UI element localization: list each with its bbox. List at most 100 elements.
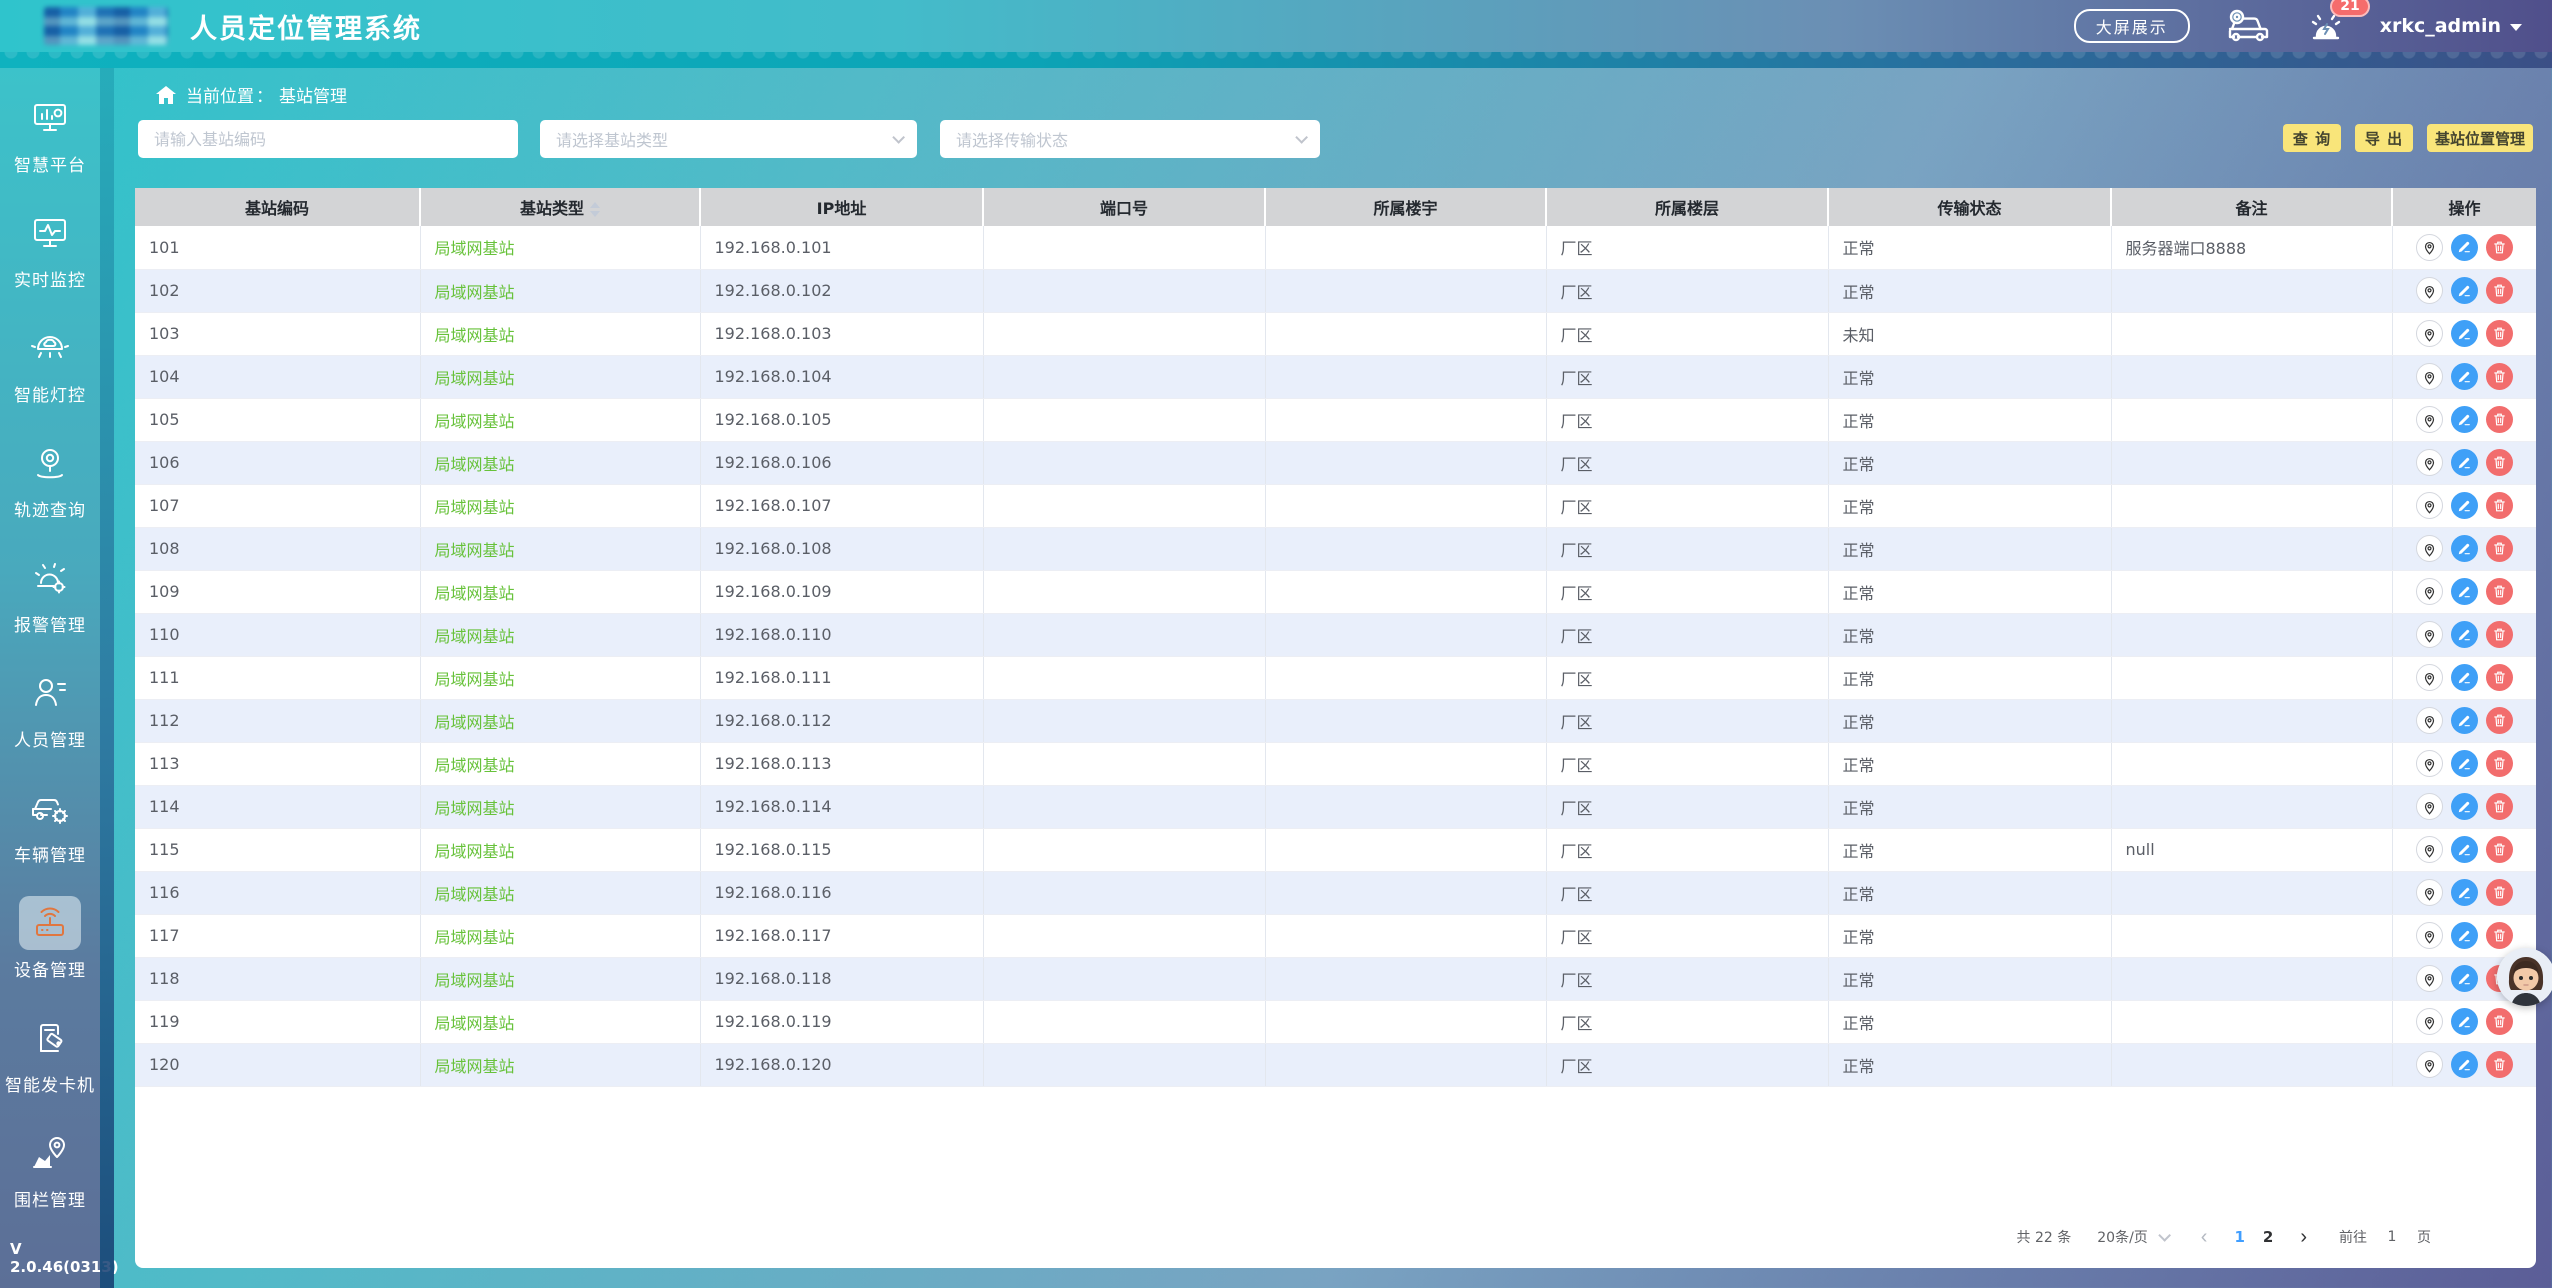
sort-carets-icon[interactable] — [590, 202, 600, 217]
locate-button[interactable] — [2416, 492, 2443, 519]
locate-button[interactable] — [2416, 879, 2443, 906]
delete-button[interactable] — [2486, 1051, 2513, 1078]
sidebar-item-报警管理[interactable]: 报警管理 — [0, 536, 100, 651]
query-button[interactable]: 查 询 — [2283, 124, 2341, 152]
delete-button[interactable] — [2486, 922, 2513, 949]
big-screen-button[interactable]: 大屏展示 — [2074, 9, 2190, 43]
locate-button[interactable] — [2416, 320, 2443, 347]
cell-type[interactable]: 局域网基站 — [420, 871, 700, 914]
prev-page-button[interactable]: ‹ — [2191, 1226, 2218, 1249]
edit-button[interactable] — [2451, 1051, 2478, 1078]
cell-type[interactable]: 局域网基站 — [420, 269, 700, 312]
edit-button[interactable] — [2451, 750, 2478, 777]
cell-type[interactable]: 局域网基站 — [420, 785, 700, 828]
cell-type[interactable]: 局域网基站 — [420, 656, 700, 699]
cell-type[interactable]: 局域网基站 — [420, 1000, 700, 1043]
delete-button[interactable] — [2486, 406, 2513, 433]
sidebar-item-智能灯控[interactable]: 智能灯控 — [0, 306, 100, 421]
edit-button[interactable] — [2451, 449, 2478, 476]
page-button-1[interactable]: 1 — [2225, 1228, 2253, 1246]
edit-button[interactable] — [2451, 621, 2478, 648]
edit-button[interactable] — [2451, 879, 2478, 906]
edit-button[interactable] — [2451, 363, 2478, 390]
cell-type[interactable]: 局域网基站 — [420, 957, 700, 1000]
locate-button[interactable] — [2416, 363, 2443, 390]
delete-button[interactable] — [2486, 707, 2513, 734]
alarm-siren-icon[interactable]: 21 — [2306, 8, 2346, 44]
edit-button[interactable] — [2451, 535, 2478, 562]
vehicle-icon[interactable] — [2226, 9, 2270, 43]
locate-button[interactable] — [2416, 621, 2443, 648]
edit-button[interactable] — [2451, 836, 2478, 863]
delete-button[interactable] — [2486, 363, 2513, 390]
sidebar-item-围栏管理[interactable]: 围栏管理 — [0, 1111, 100, 1226]
locate-button[interactable] — [2416, 707, 2443, 734]
locate-button[interactable] — [2416, 277, 2443, 304]
delete-button[interactable] — [2486, 879, 2513, 906]
station-type-select[interactable]: 请选择基站类型 — [540, 120, 917, 158]
delete-button[interactable] — [2486, 1008, 2513, 1035]
column-header-基站类型[interactable]: 基站类型 — [420, 188, 700, 226]
delete-button[interactable] — [2486, 234, 2513, 261]
station-position-manage-button[interactable]: 基站位置管理 — [2427, 124, 2533, 152]
cell-type[interactable]: 局域网基站 — [420, 226, 700, 269]
cell-type[interactable]: 局域网基站 — [420, 613, 700, 656]
locate-button[interactable] — [2416, 793, 2443, 820]
edit-button[interactable] — [2451, 492, 2478, 519]
delete-button[interactable] — [2486, 750, 2513, 777]
sidebar-item-设备管理[interactable]: 设备管理 — [0, 881, 100, 996]
delete-button[interactable] — [2486, 535, 2513, 562]
locate-button[interactable] — [2416, 965, 2443, 992]
edit-button[interactable] — [2451, 707, 2478, 734]
locate-button[interactable] — [2416, 664, 2443, 691]
edit-button[interactable] — [2451, 922, 2478, 949]
next-page-button[interactable]: › — [2290, 1226, 2317, 1249]
station-code-input[interactable] — [154, 130, 502, 149]
locate-button[interactable] — [2416, 836, 2443, 863]
sidebar-item-轨迹查询[interactable]: 轨迹查询 — [0, 421, 100, 536]
delete-button[interactable] — [2486, 621, 2513, 648]
delete-button[interactable] — [2486, 320, 2513, 347]
edit-button[interactable] — [2451, 234, 2478, 261]
sidebar-item-实时监控[interactable]: 实时监控 — [0, 191, 100, 306]
locate-button[interactable] — [2416, 406, 2443, 433]
edit-button[interactable] — [2451, 793, 2478, 820]
assistant-avatar[interactable] — [2497, 948, 2552, 1006]
locate-button[interactable] — [2416, 1008, 2443, 1035]
user-menu[interactable]: xrkc_admin — [2380, 15, 2522, 37]
edit-button[interactable] — [2451, 664, 2478, 691]
delete-button[interactable] — [2486, 277, 2513, 304]
edit-button[interactable] — [2451, 277, 2478, 304]
cell-type[interactable]: 局域网基站 — [420, 828, 700, 871]
sidebar-item-智能发卡机[interactable]: 智能发卡机 — [0, 996, 100, 1111]
cell-type[interactable]: 局域网基站 — [420, 570, 700, 613]
cell-type[interactable]: 局域网基站 — [420, 527, 700, 570]
cell-type[interactable]: 局域网基站 — [420, 312, 700, 355]
sidebar-item-车辆管理[interactable]: 车辆管理 — [0, 766, 100, 881]
locate-button[interactable] — [2416, 234, 2443, 261]
edit-button[interactable] — [2451, 406, 2478, 433]
delete-button[interactable] — [2486, 664, 2513, 691]
transfer-status-select[interactable]: 请选择传输状态 — [940, 120, 1320, 158]
locate-button[interactable] — [2416, 750, 2443, 777]
delete-button[interactable] — [2486, 836, 2513, 863]
cell-type[interactable]: 局域网基站 — [420, 398, 700, 441]
sidebar-item-人员管理[interactable]: 人员管理 — [0, 651, 100, 766]
cell-type[interactable]: 局域网基站 — [420, 699, 700, 742]
sidebar-item-智慧平台[interactable]: 智慧平台 — [0, 76, 100, 191]
locate-button[interactable] — [2416, 578, 2443, 605]
cell-type[interactable]: 局域网基站 — [420, 742, 700, 785]
locate-button[interactable] — [2416, 535, 2443, 562]
export-button[interactable]: 导 出 — [2355, 124, 2413, 152]
cell-type[interactable]: 局域网基站 — [420, 441, 700, 484]
locate-button[interactable] — [2416, 449, 2443, 476]
cell-type[interactable]: 局域网基站 — [420, 355, 700, 398]
delete-button[interactable] — [2486, 492, 2513, 519]
edit-button[interactable] — [2451, 1008, 2478, 1035]
delete-button[interactable] — [2486, 449, 2513, 476]
cell-type[interactable]: 局域网基站 — [420, 1043, 700, 1086]
delete-button[interactable] — [2486, 793, 2513, 820]
delete-button[interactable] — [2486, 578, 2513, 605]
page-button-2[interactable]: 2 — [2254, 1228, 2282, 1246]
locate-button[interactable] — [2416, 1051, 2443, 1078]
